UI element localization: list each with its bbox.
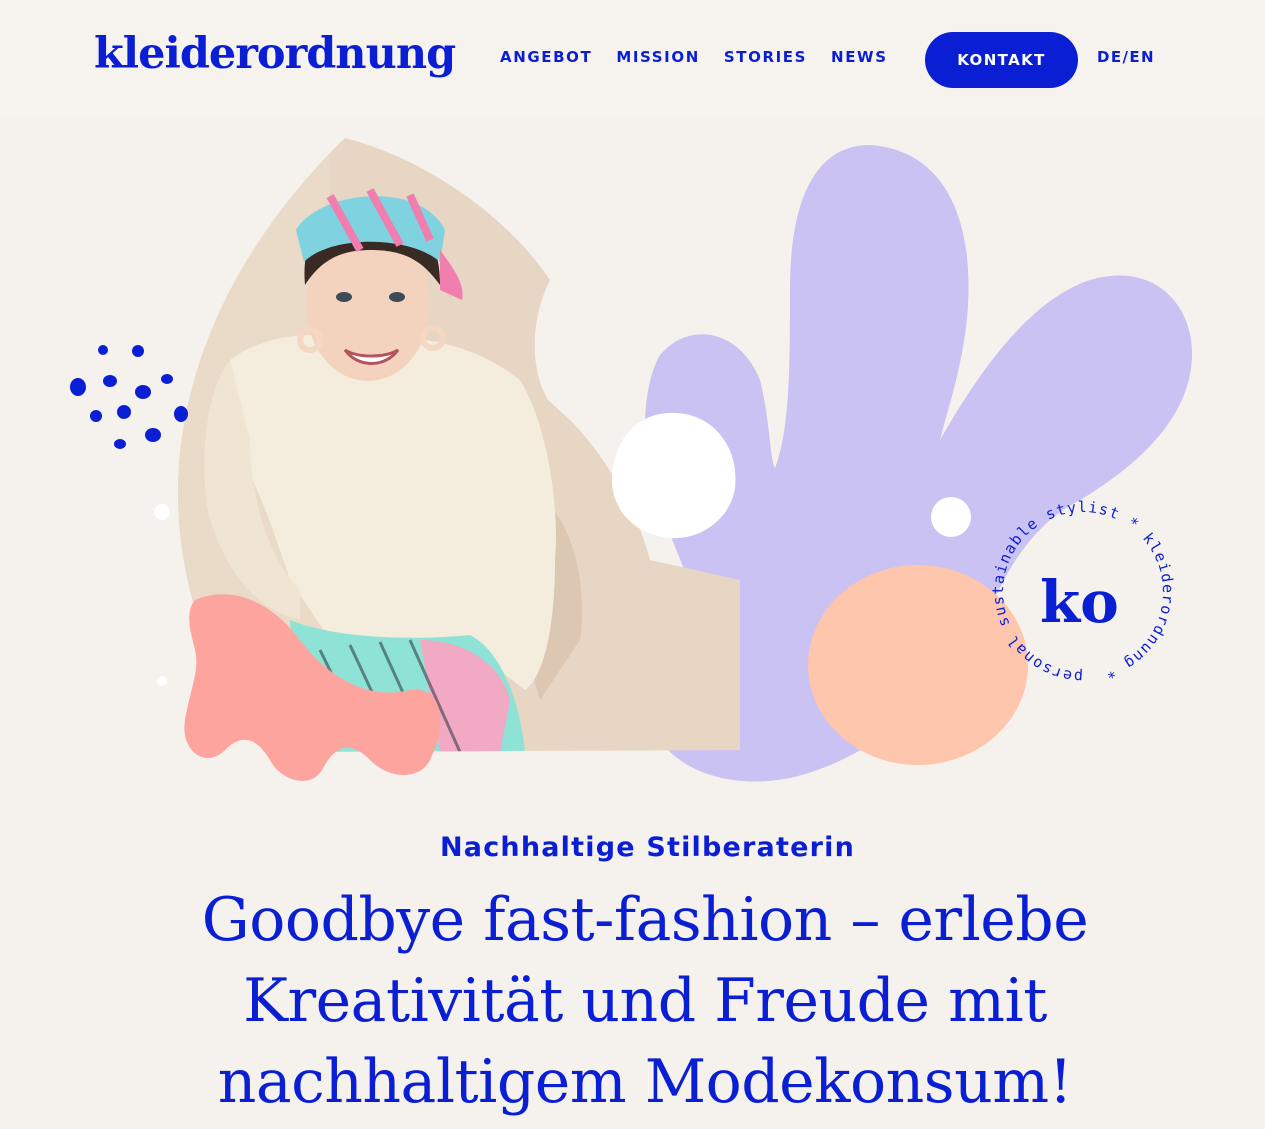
logo[interactable]: kleiderordnung: [94, 26, 456, 82]
main-nav: ANGEBOT MISSION STORIES NEWS: [500, 46, 888, 68]
nav-item-news[interactable]: NEWS: [831, 46, 888, 68]
blue-dots: [70, 345, 188, 449]
white-dot-small: [154, 504, 170, 520]
peach-blob: [808, 565, 1028, 765]
kontakt-button[interactable]: KONTAKT: [925, 32, 1078, 88]
badge-monogram: ko: [1040, 568, 1119, 636]
white-dot: [931, 497, 971, 537]
white-blob: [611, 412, 736, 539]
stylist-badge: personal sustainable stylist * kleideror…: [989, 498, 1176, 686]
page: kleiderordnung ANGEBOT MISSION STORIES N…: [0, 0, 1265, 1129]
lang-en-link[interactable]: EN: [1129, 48, 1155, 66]
hero-headline: Goodbye fast-fashion – erlebe Kreativitä…: [201, 885, 1089, 1117]
lang-de-link[interactable]: DE: [1097, 48, 1123, 66]
hero-illustration: personal sustainable stylist * kleideror…: [70, 138, 1193, 782]
white-dot-tiny: [157, 676, 167, 686]
nav-item-mission[interactable]: MISSION: [616, 46, 700, 68]
eyebrow-subtitle: Nachhaltige Stilberaterin: [440, 832, 855, 863]
site-header: kleiderordnung ANGEBOT MISSION STORIES N…: [0, 0, 1265, 116]
nav-item-angebot[interactable]: ANGEBOT: [500, 46, 592, 68]
nav-item-stories[interactable]: STORIES: [724, 46, 807, 68]
language-switch: DE/EN: [1097, 46, 1155, 68]
